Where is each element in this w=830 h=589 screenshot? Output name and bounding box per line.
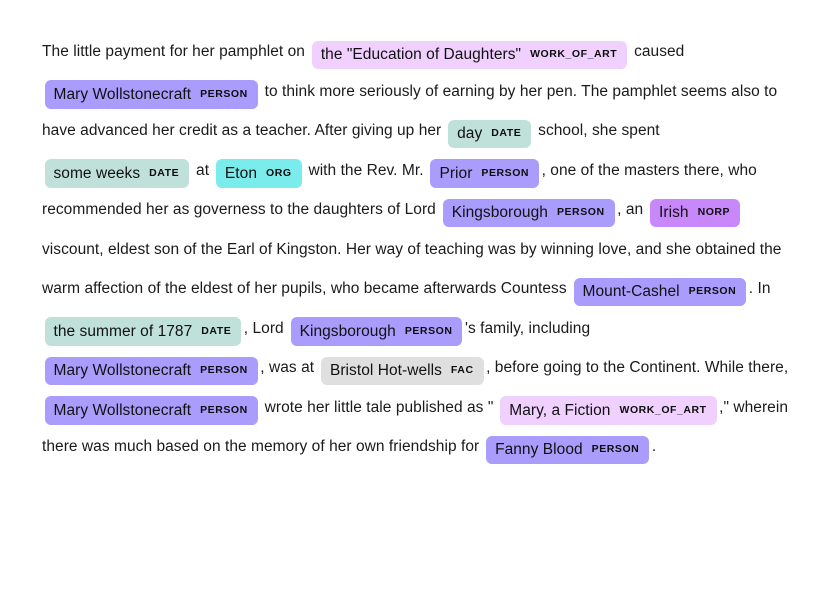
entity-person[interactable]: Mary Wollstonecraft PERSON xyxy=(44,356,258,386)
entity-label: NORP xyxy=(697,206,731,219)
entity-label: PERSON xyxy=(591,443,640,456)
plain-text: The little payment for her pamphlet on xyxy=(42,43,310,60)
entity-text: the summer of 1787 xyxy=(53,322,193,340)
entity-label: WORK_OF_ART xyxy=(619,403,707,416)
entity-date[interactable]: some weeks DATE xyxy=(44,159,190,188)
plain-text: caused xyxy=(629,43,689,60)
entity-text: Eton xyxy=(224,164,258,182)
entity-person[interactable]: Prior PERSON xyxy=(430,159,540,188)
entity-work-of-art[interactable]: Mary, a Fiction WORK_OF_ART xyxy=(500,396,717,425)
plain-text: , Lord xyxy=(243,319,289,337)
entity-person[interactable]: Mount-Cashel PERSON xyxy=(573,277,747,307)
plain-text: at xyxy=(191,161,214,179)
entity-label: FAC xyxy=(450,364,474,377)
entity-date[interactable]: day DATE xyxy=(448,119,532,149)
entity-person[interactable]: Fanny Blood PERSON xyxy=(486,435,650,465)
entity-text: Kingsborough xyxy=(451,204,548,222)
ner-document: The little payment for her pamphlet on t… xyxy=(0,0,830,483)
entity-label: PERSON xyxy=(556,206,605,219)
plain-text: , an xyxy=(617,201,648,219)
entity-label: DATE xyxy=(149,166,180,179)
entity-person[interactable]: Kingsborough PERSON xyxy=(290,317,463,346)
entity-label: WORK_OF_ART xyxy=(530,48,618,61)
entity-label: PERSON xyxy=(688,285,737,298)
plain-text: with the Rev. Mr. xyxy=(304,161,428,179)
plain-text: school, she spent xyxy=(533,122,664,140)
entity-text: Mary Wollstonecraft xyxy=(53,401,192,419)
entity-label: PERSON xyxy=(200,87,248,100)
entity-label: PERSON xyxy=(200,364,248,377)
entity-label: PERSON xyxy=(481,166,530,179)
entity-label: DATE xyxy=(491,127,522,140)
plain-text: wrote her little tale published as " xyxy=(260,398,498,416)
entity-label: PERSON xyxy=(200,403,248,416)
entity-person[interactable]: Mary Wollstonecraft PERSON xyxy=(44,396,258,425)
plain-text: , was at xyxy=(260,359,319,377)
entity-text: Irish xyxy=(659,204,689,222)
plain-text: . xyxy=(651,438,657,456)
entity-date[interactable]: the summer of 1787 DATE xyxy=(44,317,242,346)
entity-text: Bristol Hot-wells xyxy=(329,362,442,380)
entity-text: Fanny Blood xyxy=(495,441,583,459)
entity-text: Mount-Cashel xyxy=(582,283,680,301)
entity-text: Mary, a Fiction xyxy=(509,401,611,419)
entity-label: ORG xyxy=(266,166,292,179)
entity-text: day xyxy=(457,125,483,143)
entity-text: the "Education of Daughters" xyxy=(320,46,522,63)
entity-work-of-art[interactable]: the "Education of Daughters" WORK_OF_ART xyxy=(311,40,628,69)
entity-text: Prior xyxy=(439,164,473,182)
entity-label: PERSON xyxy=(404,324,453,337)
entity-org[interactable]: Eton ORG xyxy=(215,159,302,188)
entity-text: some weeks xyxy=(53,164,141,182)
plain-text: 's family, including xyxy=(464,319,595,337)
entity-label: DATE xyxy=(201,324,232,337)
entity-text: Mary Wollstonecraft xyxy=(53,85,192,103)
entity-text: Mary Wollstonecraft xyxy=(53,362,192,380)
entity-person[interactable]: Kingsborough PERSON xyxy=(442,198,615,228)
entity-norp[interactable]: Irish NORP xyxy=(650,198,741,228)
plain-text: . In xyxy=(748,280,775,298)
entity-text: Kingsborough xyxy=(299,322,396,340)
entity-person[interactable]: Mary Wollstonecraft PERSON xyxy=(44,80,258,109)
plain-text: , before going to the Continent. While t… xyxy=(486,359,793,377)
entity-fac[interactable]: Bristol Hot-wells FAC xyxy=(320,356,484,386)
